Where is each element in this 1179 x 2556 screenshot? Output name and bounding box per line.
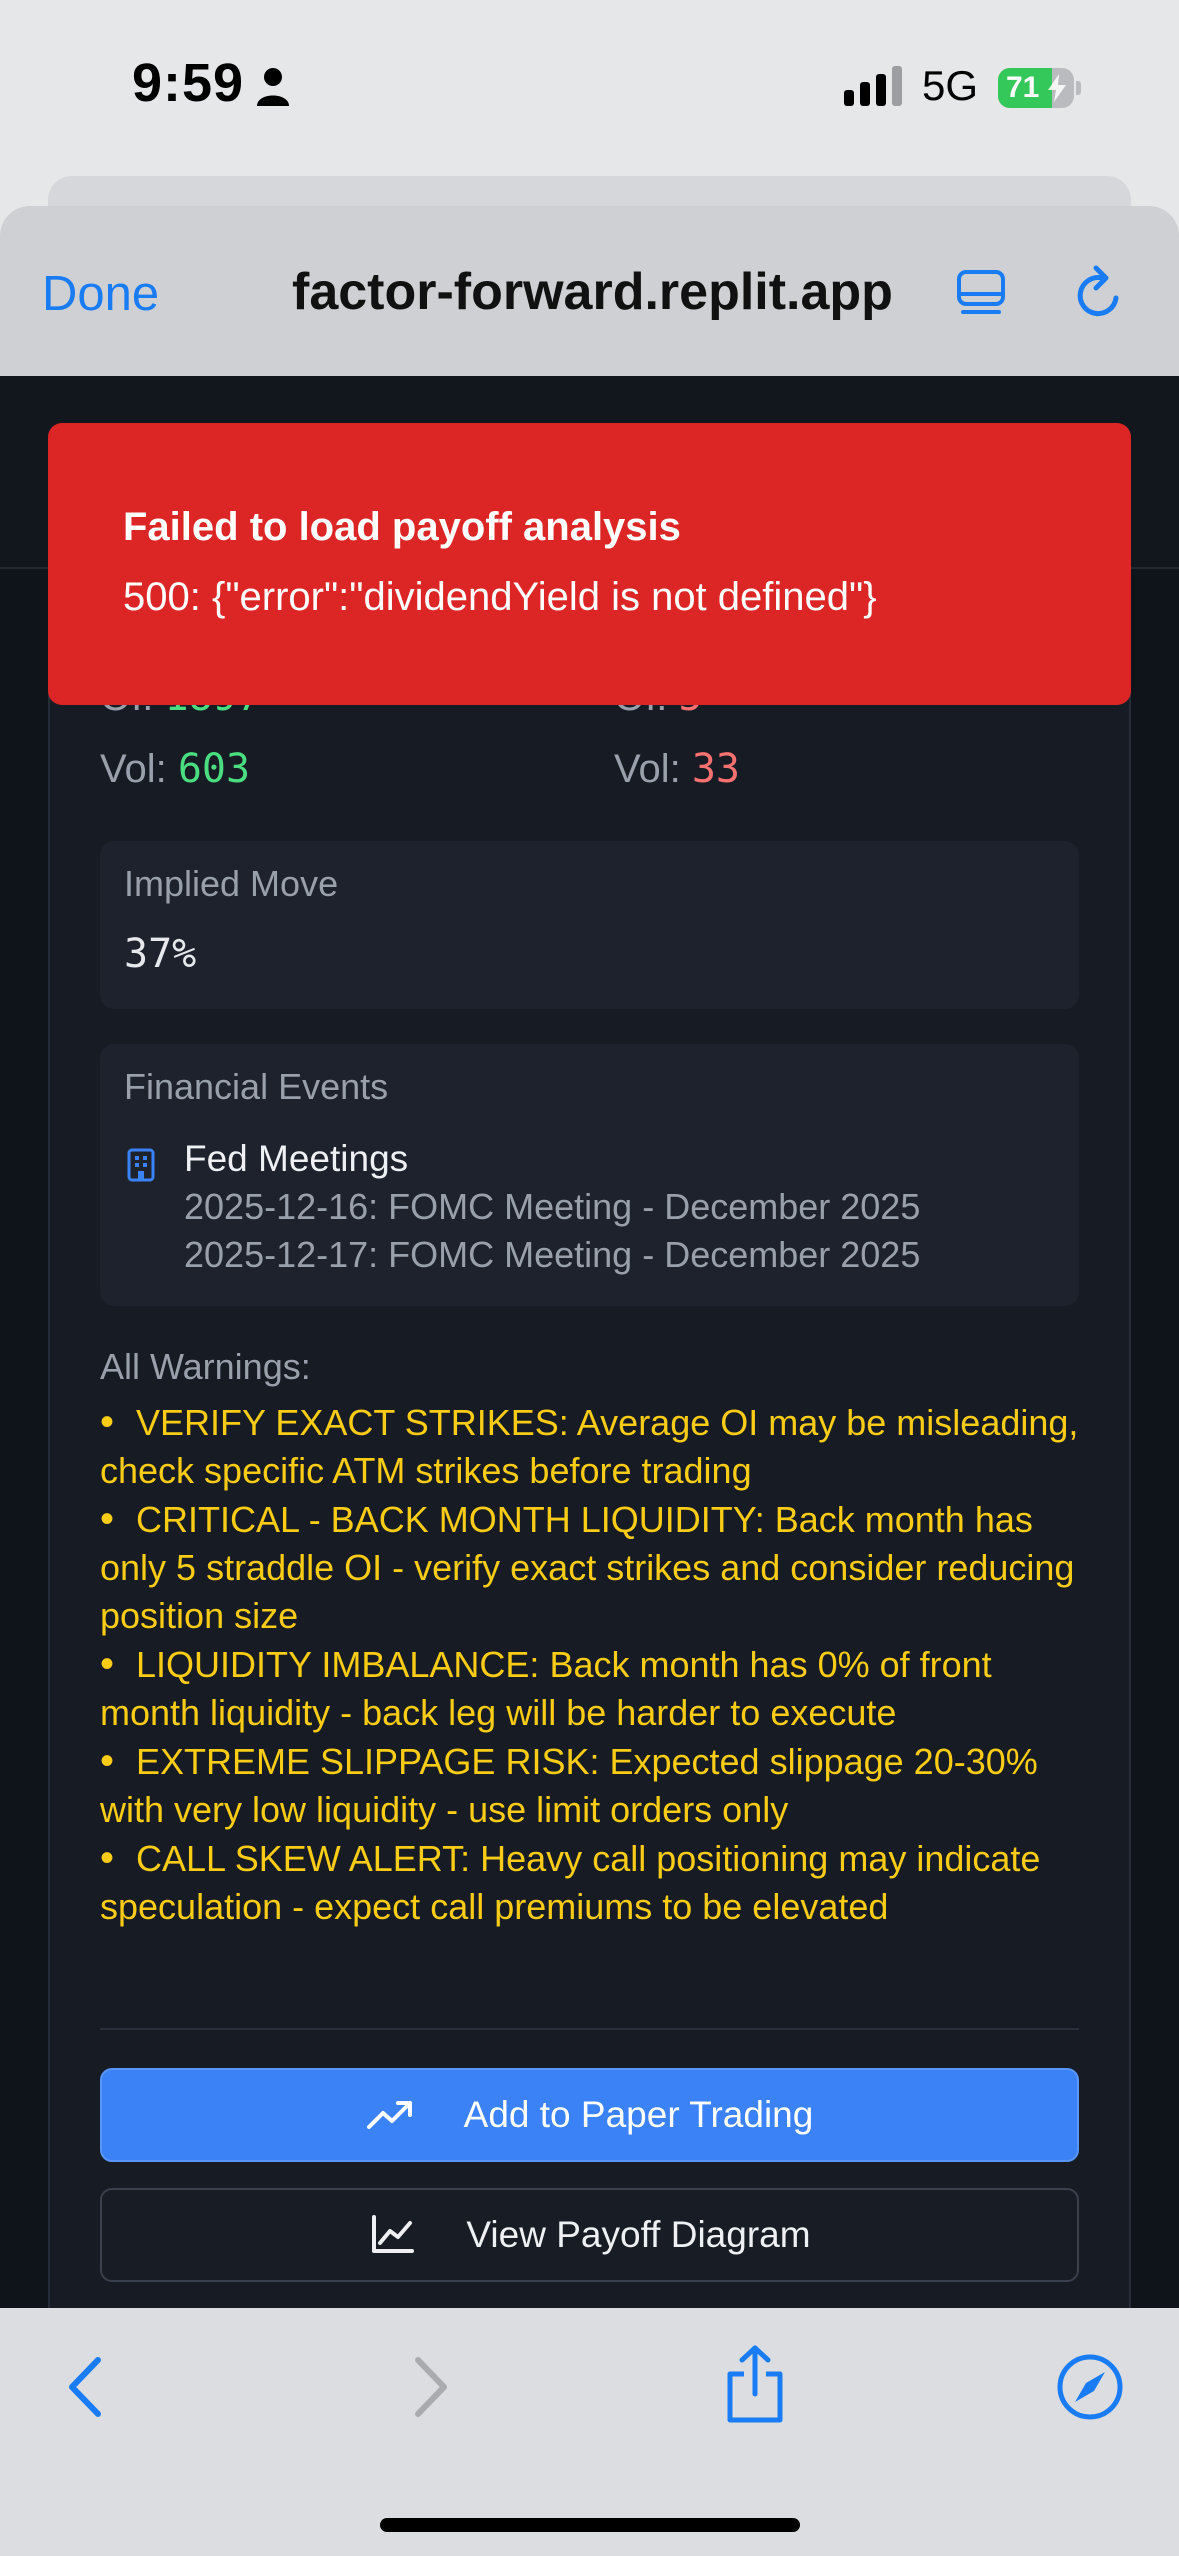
trending-up-icon bbox=[366, 2101, 412, 2129]
add-to-paper-trading-button[interactable]: Add to Paper Trading bbox=[100, 2068, 1079, 2162]
warning-item: CALL SKEW ALERT: Heavy call positioning … bbox=[100, 1834, 1090, 1931]
network-label: 5G bbox=[922, 62, 979, 109]
toast-title: Failed to load payoff analysis bbox=[123, 505, 681, 549]
error-toast[interactable]: Failed to load payoff analysis 500: {"er… bbox=[48, 423, 1131, 705]
status-bar: 9:59 5G 71 bbox=[0, 0, 1179, 175]
implied-move-value: 37% bbox=[124, 931, 197, 977]
reader-icon[interactable] bbox=[955, 266, 1007, 322]
event-category: Fed Meetings bbox=[184, 1138, 409, 1179]
signal-icon bbox=[844, 66, 902, 106]
financial-events-panel: Financial Events Fed Meetings 2025-12-16… bbox=[100, 1044, 1079, 1306]
warning-item: VERIFY EXACT STRIKES: Average OI may be … bbox=[100, 1398, 1090, 1495]
implied-move-label: Implied Move bbox=[124, 863, 339, 904]
browser-header: Done factor-forward.replit.app bbox=[0, 206, 1179, 376]
divider bbox=[100, 2028, 1079, 2030]
status-time: 9:59 bbox=[132, 53, 245, 113]
event-item: 2025-12-17: FOMC Meeting - December 2025 bbox=[184, 1234, 921, 1275]
forward-icon[interactable] bbox=[400, 2352, 456, 2422]
person-icon bbox=[257, 68, 289, 106]
implied-move-panel: Implied Move 37% bbox=[100, 841, 1079, 1009]
financial-events-title: Financial Events bbox=[124, 1066, 389, 1107]
view-payoff-diagram-button[interactable]: View Payoff Diagram bbox=[100, 2188, 1079, 2282]
toast-message: 500: {"error":"dividendYield is not defi… bbox=[123, 575, 877, 619]
building-icon bbox=[127, 1148, 155, 1182]
bolt-icon bbox=[1048, 74, 1066, 102]
front-volume: Vol: 603 bbox=[100, 746, 251, 792]
warnings-title: All Warnings: bbox=[100, 1346, 311, 1387]
reload-icon[interactable] bbox=[1072, 264, 1128, 324]
warning-item: LIQUIDITY IMBALANCE: Back month has 0% o… bbox=[100, 1640, 1090, 1737]
warning-item: EXTREME SLIPPAGE RISK: Expected slippage… bbox=[100, 1737, 1090, 1834]
url-label[interactable]: factor-forward.replit.app bbox=[292, 262, 893, 322]
warning-item: CRITICAL - BACK MONTH LIQUIDITY: Back mo… bbox=[100, 1495, 1090, 1640]
browser-toolbar bbox=[0, 2308, 1179, 2556]
compass-icon[interactable] bbox=[1055, 2352, 1125, 2422]
home-indicator bbox=[380, 2518, 800, 2532]
back-icon[interactable] bbox=[60, 2352, 116, 2422]
share-icon[interactable] bbox=[722, 2344, 788, 2424]
line-chart-icon bbox=[372, 2215, 415, 2253]
back-volume: Vol: 33 bbox=[614, 746, 741, 792]
add-to-paper-trading-label: Add to Paper Trading bbox=[463, 2094, 814, 2135]
event-item: 2025-12-16: FOMC Meeting - December 2025 bbox=[184, 1186, 921, 1227]
view-payoff-diagram-label: View Payoff Diagram bbox=[466, 2214, 811, 2255]
done-button[interactable]: Done bbox=[42, 266, 159, 322]
warnings-list: VERIFY EXACT STRIKES: Average OI may be … bbox=[100, 1398, 1090, 1931]
battery-charging-icon: 71 bbox=[998, 68, 1082, 108]
